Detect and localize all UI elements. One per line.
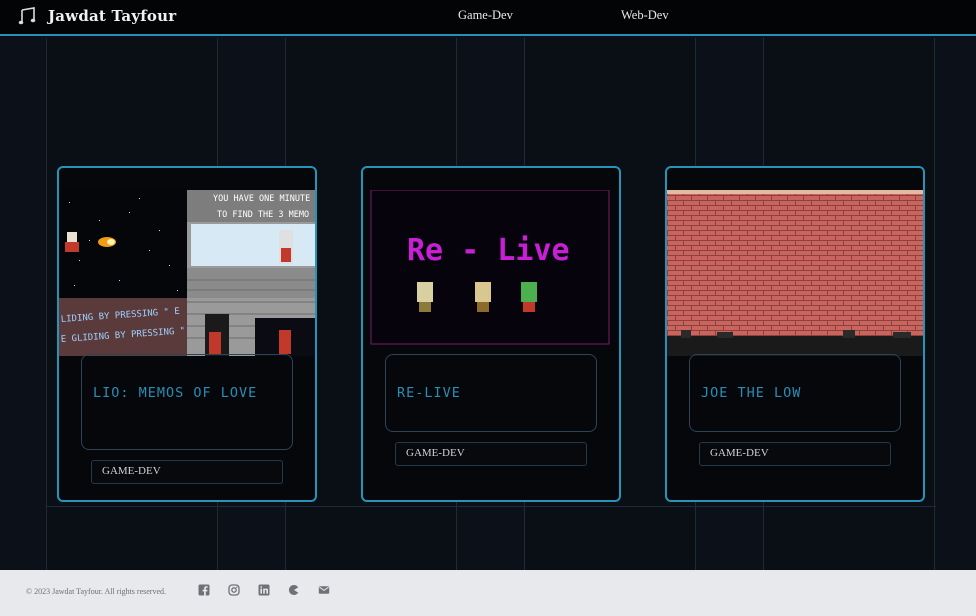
tag-game-dev[interactable]: GAME-DEV xyxy=(395,442,587,466)
project-screenshot: Re - Live xyxy=(363,190,619,356)
relive-logo: Re - Live xyxy=(407,233,570,268)
game-screenshot-lio: LIDING BY PRESSING " E E GLIDING BY PRES… xyxy=(59,190,315,356)
grid-band xyxy=(46,506,936,570)
brand-title: Jawdat Tayfour xyxy=(48,7,177,25)
game-text-1: YOU HAVE ONE MINUTE xyxy=(213,194,310,204)
music-note-icon xyxy=(18,7,36,25)
card-body xyxy=(81,354,293,450)
linkedin-icon[interactable] xyxy=(258,584,270,596)
facebook-icon[interactable] xyxy=(198,584,210,596)
game-screenshot-relive: Re - Live xyxy=(363,190,619,356)
email-icon[interactable] xyxy=(318,584,330,596)
itchio-icon[interactable] xyxy=(288,584,300,596)
instagram-icon[interactable] xyxy=(228,584,240,596)
top-navbar: Jawdat Tayfour Game-Dev Web-Dev xyxy=(0,0,976,36)
tag-game-dev[interactable]: GAME-DEV xyxy=(699,442,891,466)
game-text-2: TO FIND THE 3 MEMO xyxy=(217,210,309,220)
project-card-joe[interactable]: JOE THE LOW GAME-DEV xyxy=(665,166,925,502)
brand[interactable]: Jawdat Tayfour xyxy=(18,6,176,26)
card-title[interactable]: RE-LIVE xyxy=(397,384,577,402)
project-screenshot xyxy=(667,190,923,356)
nav-link-web-dev[interactable]: Web-Dev xyxy=(621,8,669,23)
card-title[interactable]: JOE THE LOW xyxy=(701,384,881,402)
grid-band xyxy=(46,38,936,168)
project-card-lio[interactable]: LIDING BY PRESSING " E E GLIDING BY PRES… xyxy=(57,166,317,502)
footer: © 2023 Jawdat Tayfour. All rights reserv… xyxy=(0,570,976,616)
nav-link-game-dev[interactable]: Game-Dev xyxy=(458,8,513,23)
card-title[interactable]: LIO: MEMOS OF LOVE xyxy=(93,384,273,402)
copyright-text: © 2023 Jawdat Tayfour. All rights reserv… xyxy=(26,587,167,596)
game-screenshot-joe xyxy=(667,190,923,356)
tag-game-dev[interactable]: GAME-DEV xyxy=(91,460,283,484)
project-card-relive[interactable]: Re - Live RE-LIVE GAME-DEV xyxy=(361,166,621,502)
project-screenshot: LIDING BY PRESSING " E E GLIDING BY PRES… xyxy=(59,190,315,356)
